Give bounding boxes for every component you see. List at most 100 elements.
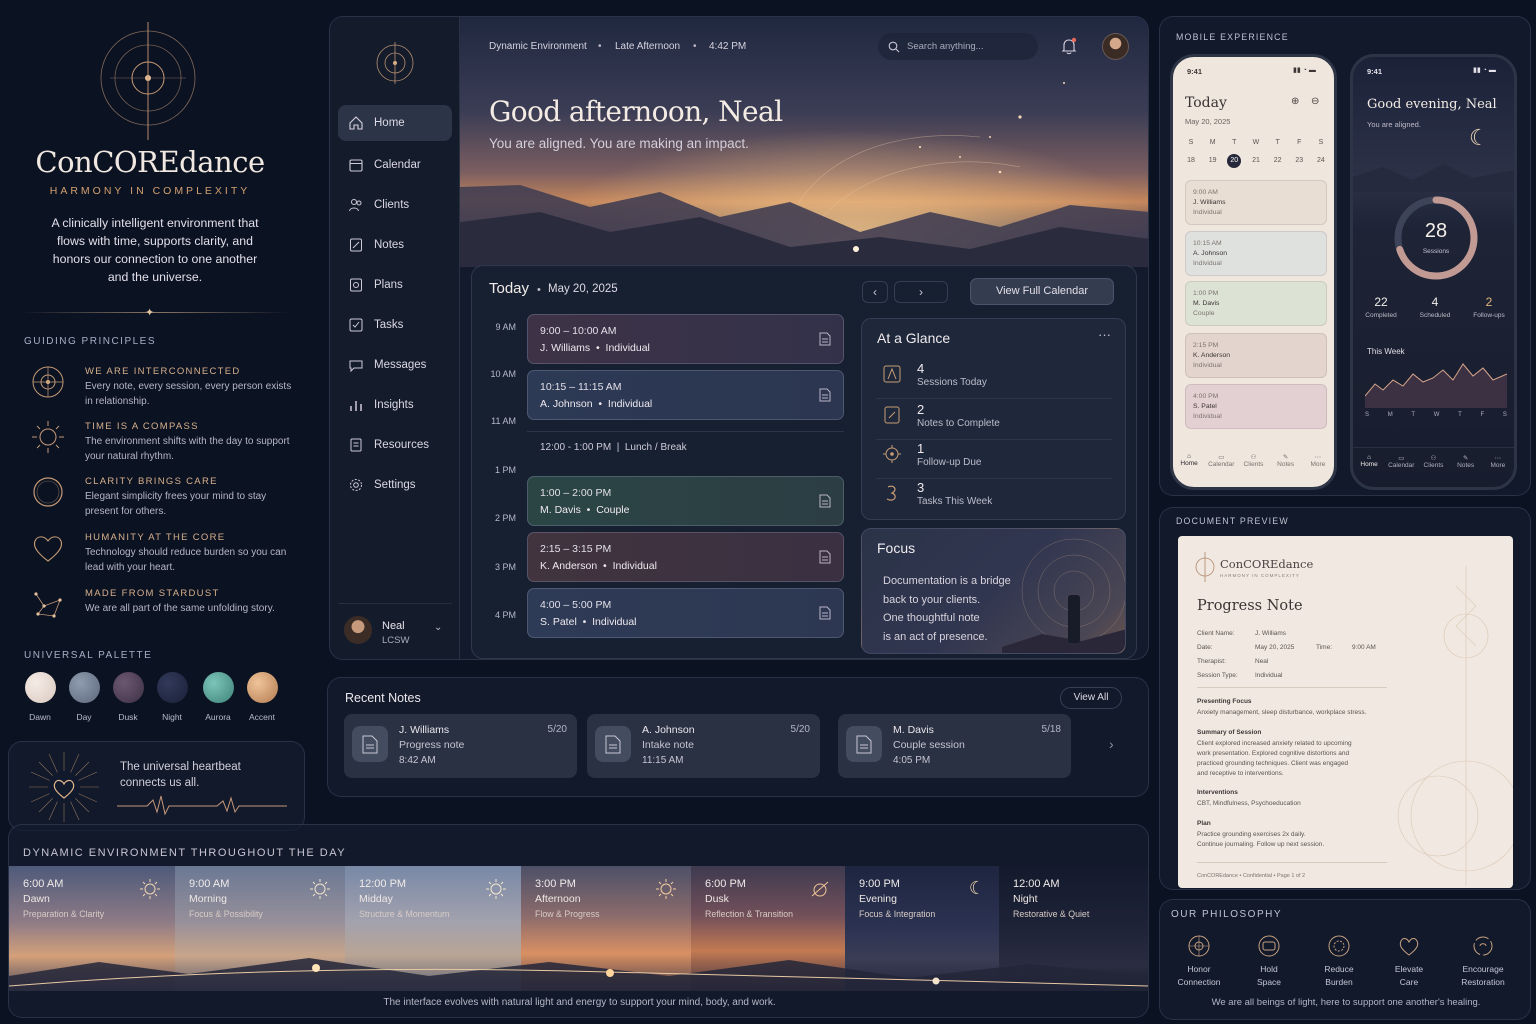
dot-separator: • (598, 41, 602, 52)
dot-separator: • (537, 284, 541, 296)
nav-insights[interactable]: Insights (338, 387, 452, 423)
brand-tagline: HARMONY IN COMPLEXITY (49, 185, 251, 197)
next-button[interactable]: › (894, 281, 948, 303)
stat-followups: 2 Follow-ups (1473, 295, 1505, 319)
tab-clients[interactable]: ⚇ Clients (1418, 454, 1448, 487)
plans-icon (350, 278, 362, 292)
nav-resources[interactable]: Resources (338, 427, 452, 463)
tab-more[interactable]: ⋯ More (1303, 453, 1333, 487)
note-card[interactable]: M. Davis Couple session 4:05 PM 5/18 (838, 714, 1071, 778)
nav-calendar[interactable]: Calendar (338, 147, 452, 183)
time-label: 10 AM (490, 369, 516, 379)
tab-notes[interactable]: ✎ Notes (1451, 454, 1481, 487)
phone-greeting: Good evening, Neal (1367, 97, 1497, 112)
user-menu[interactable]: Neal LCSW ⌄ (338, 603, 452, 653)
document-icon (595, 726, 631, 762)
nav-settings[interactable]: Settings (338, 467, 452, 503)
at-a-glance-card: At a Glance ··· 4 Sessions Today 2 Notes t… (861, 318, 1126, 520)
note-card[interactable]: A. Johnson Intake note 11:15 AM 5/20 (587, 714, 820, 778)
nav-notes[interactable]: Notes (338, 227, 452, 263)
notes-icon (350, 238, 362, 252)
document-footer: ConCOREdance • Confidential • Page 1 of … (1197, 873, 1306, 879)
ring-label: Sessions (1422, 248, 1450, 255)
heart-icon (30, 530, 66, 566)
document-icon (352, 726, 388, 762)
heartbeat-text: The universal heartbeat connects us all. (120, 761, 241, 789)
glance-row: 4 Sessions Today (876, 361, 1112, 399)
swatch-aurora: Aurora (202, 672, 234, 722)
document-icon (819, 606, 831, 620)
phone-appointment[interactable]: 1:00 PM M. Davis Couple (1185, 281, 1327, 326)
tab-clients[interactable]: ⚇ Clients (1238, 453, 1268, 487)
status-icons: ▮▮ ◔ ▬ (1293, 67, 1316, 74)
appointment-card[interactable]: 10:15 – 11:15 AM A. Johnson • Individual (527, 370, 844, 420)
appointment-card[interactable]: 1:00 – 2:00 PM M. Davis • Couple (527, 476, 844, 526)
stat-completed: 22 Completed (1365, 295, 1397, 319)
section-heading: Presenting Focus (1197, 698, 1252, 705)
focus-card: Focus Documentation is a bridge back to y… (861, 528, 1126, 654)
palette-heading: UNIVERSAL PALETTE (24, 650, 153, 661)
brand-column: ConCOREdance HARMONY IN COMPLEXITY A cli… (0, 0, 312, 840)
principle-clarity: CLARITY BRINGS CARE Elegant simplicity f… (30, 474, 310, 524)
tab-calendar[interactable]: ▭ Calendar (1386, 454, 1416, 487)
chevron-right-icon[interactable]: › (1109, 736, 1114, 752)
ring-icon (30, 474, 66, 510)
phone-tabbar: ⌂ Home ▭ Calendar ⚇ Clients ✎ Notes ⋯ More (1353, 447, 1514, 487)
selected-day[interactable]: 20 (1227, 154, 1242, 168)
swatch-accent: Accent (246, 672, 278, 722)
section-heading: Interventions (1197, 789, 1238, 796)
prev-button[interactable]: ‹ (862, 281, 888, 303)
nav-home[interactable]: Home (338, 105, 452, 141)
tab-calendar[interactable]: ▭ Calendar (1206, 453, 1236, 487)
status-icons: ▮▮ ◔ ▬ (1473, 67, 1496, 74)
hold-space-icon (1258, 935, 1280, 957)
phone-appointment[interactable]: 10:15 AM A. Johnson Individual (1185, 231, 1327, 276)
focus-title: Focus (877, 540, 916, 556)
calendar-icon (349, 159, 363, 172)
principle-humanity: HUMANITY AT THE CORE Technology should r… (30, 530, 310, 580)
time-label: 4 PM (494, 610, 516, 620)
more-icon[interactable]: ··· (1098, 327, 1111, 342)
phone-appointment[interactable]: 9:00 AM J. Williams Individual (1185, 180, 1327, 225)
appointment-card[interactable]: 4:00 – 5:00 PM S. Patel • Individual (527, 588, 844, 638)
principle-title: CLARITY BRINGS CARE (85, 476, 218, 487)
document-preview-panel: DOCUMENT PREVIEW ConCOREdance HARMONY IN… (1159, 507, 1531, 890)
view-calendar-button[interactable]: View Full Calendar (970, 278, 1114, 305)
avatar[interactable] (1102, 33, 1129, 60)
nav-clients[interactable]: Clients (338, 187, 452, 223)
search-icon[interactable]: ⊖ (1311, 96, 1319, 107)
principle-title: MADE FROM STARDUST (85, 588, 220, 599)
nav-messages[interactable]: Messages (338, 347, 452, 383)
philosophy-caption: We are all beings of light, here to supp… (1211, 997, 1481, 1008)
recent-notes-panel: Recent Notes View All J. Williams Progres… (327, 677, 1149, 797)
view-all-button[interactable]: View All (1060, 687, 1122, 709)
env-label: Dynamic Environment (489, 41, 587, 52)
document-heading: DOCUMENT PREVIEW (1176, 516, 1289, 526)
tab-home[interactable]: ⌂ Home (1174, 453, 1204, 487)
philosophy-panel: OUR PHILOSOPHY Honor Connection Hold Space… (1159, 899, 1531, 1020)
appointment-card[interactable]: 2:15 – 3:15 PM K. Anderson • Individual (527, 532, 844, 582)
tab-more[interactable]: ⋯ More (1483, 454, 1513, 487)
nav-tasks[interactable]: Tasks (338, 307, 452, 343)
time-label: 9 AM (495, 322, 516, 332)
tab-notes[interactable]: ✎ Notes (1271, 453, 1301, 487)
nav-plans[interactable]: Plans (338, 267, 452, 303)
chevron-down-icon[interactable]: ⌄ (434, 622, 442, 633)
principle-text: We are all part of the same unfolding st… (85, 603, 275, 614)
phone-appointment[interactable]: 2:15 PM K. Anderson Individual (1185, 333, 1327, 378)
glance-row: 3 Tasks This Week (876, 480, 1112, 518)
phone-appointment[interactable]: 4:00 PM S. Patel Individual (1185, 384, 1327, 429)
search-input[interactable]: Search anything... (878, 33, 1038, 60)
zoom-icon[interactable]: ⊕ (1291, 96, 1299, 107)
appointment-card[interactable]: 9:00 – 10:00 AM J. Williams • Individual (527, 314, 844, 364)
app-logo-icon (375, 42, 415, 84)
insights-icon (350, 401, 362, 411)
principle-title: WE ARE INTERCONNECTED (85, 366, 241, 377)
bell-icon[interactable] (1061, 37, 1077, 55)
section-heading: Summary of Session (1197, 729, 1262, 736)
tab-home[interactable]: ⌂ Home (1354, 454, 1384, 487)
principle-text: Elegant simplicity frees your mind to st… (85, 491, 267, 517)
progress-note-document: ConCOREdance HARMONY IN COMPLEXITY Progr… (1178, 536, 1513, 888)
note-card[interactable]: J. Williams Progress note 8:42 AM 5/20 (344, 714, 577, 778)
time-label: 3 PM (494, 562, 516, 572)
